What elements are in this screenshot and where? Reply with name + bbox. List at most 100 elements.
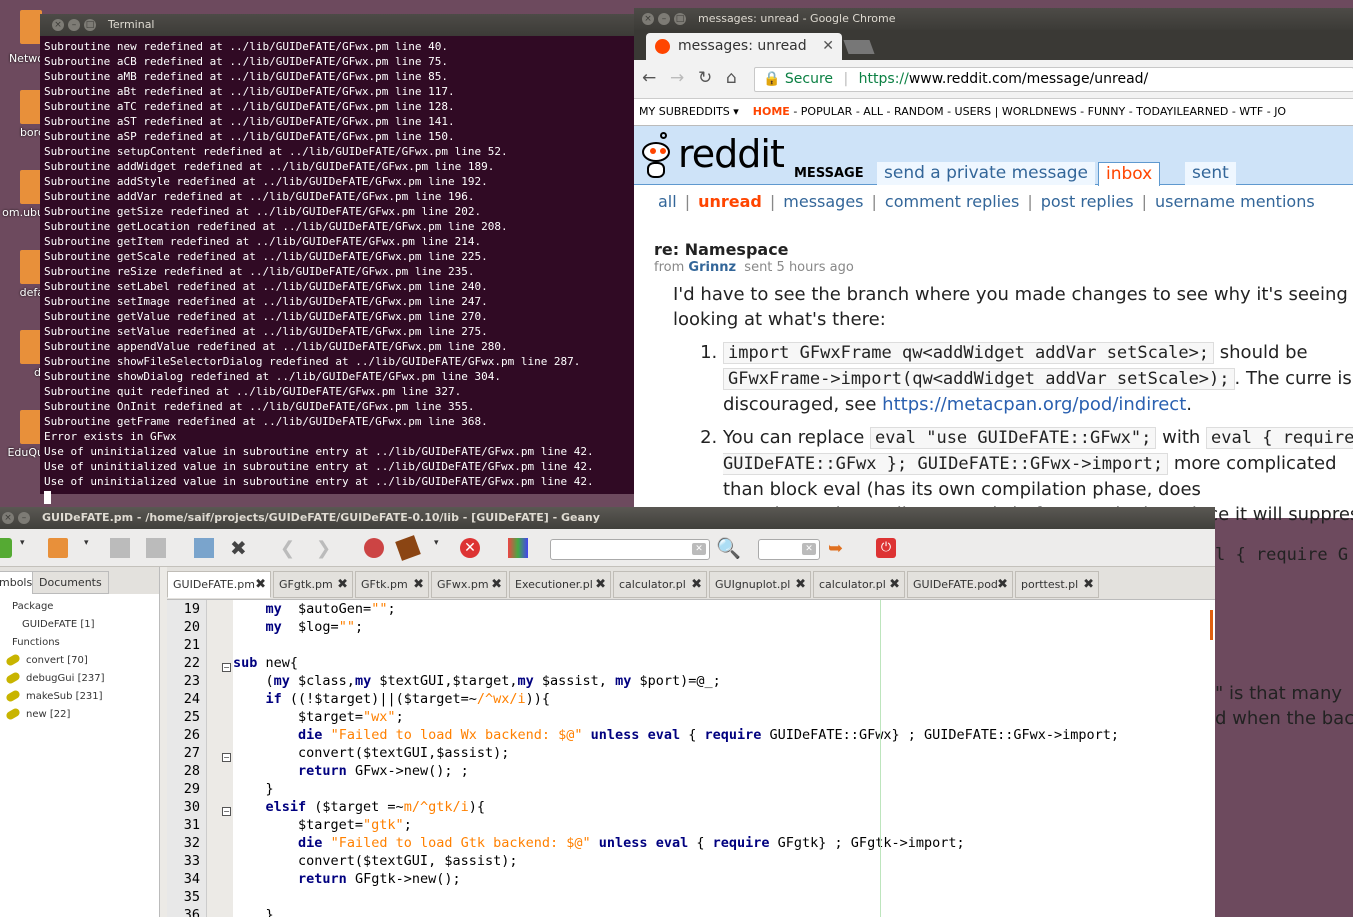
new-tab-button[interactable]: [843, 40, 875, 54]
filter-comment-replies[interactable]: comment replies: [885, 192, 1019, 211]
desktop-icon[interactable]: EduQu: [0, 410, 44, 470]
metacpan-link[interactable]: https://metacpan.org/pod/indirect: [882, 394, 1186, 415]
fold-toggle[interactable]: −: [222, 663, 231, 672]
home-link[interactable]: HOME: [753, 105, 790, 118]
revert-icon[interactable]: [194, 538, 214, 558]
fold-toggle[interactable]: −: [222, 753, 231, 762]
close-tab-icon[interactable]: ✖: [997, 572, 1008, 598]
search-input[interactable]: ✕: [550, 539, 710, 560]
chrome-window[interactable]: × – □ messages: unread - Google Chrome m…: [634, 8, 1353, 525]
save-icon[interactable]: [110, 538, 130, 558]
quit-icon[interactable]: ⏻: [876, 538, 896, 558]
close-tab-icon[interactable]: ✖: [337, 572, 348, 598]
file-tab[interactable]: GFtk.pm ✖: [355, 571, 429, 598]
message-subject[interactable]: re: Namespace: [654, 240, 1353, 259]
search-icon[interactable]: 🔍: [716, 538, 741, 558]
goto-line-icon[interactable]: ➥: [828, 538, 848, 559]
file-tab[interactable]: GUIDeFATE.pm ✖: [167, 571, 271, 598]
minimize-icon[interactable]: –: [658, 13, 670, 25]
build-icon[interactable]: [395, 535, 421, 561]
tab-sent[interactable]: sent: [1185, 162, 1236, 185]
tab-documents[interactable]: Documents: [32, 571, 109, 594]
chevron-down-icon[interactable]: ▾: [84, 538, 92, 558]
tree-item[interactable]: makeSub [231]: [0, 688, 159, 706]
close-tab-icon[interactable]: ✖: [595, 572, 606, 598]
close-tab-icon[interactable]: ✖: [491, 572, 502, 598]
chevron-down-icon[interactable]: ▾: [20, 538, 28, 558]
message-author[interactable]: Grinnz: [688, 260, 736, 275]
open-folder-icon[interactable]: [48, 538, 68, 558]
reddit-alien-icon[interactable]: [638, 132, 674, 180]
maximize-icon[interactable]: □: [84, 19, 96, 31]
clear-icon[interactable]: ✕: [692, 543, 706, 555]
terminal-titlebar[interactable]: × – □ Terminal: [40, 14, 640, 36]
chevron-down-icon[interactable]: ▾: [434, 538, 442, 558]
desktop-icon[interactable]: defa: [0, 250, 44, 310]
desktop-icon[interactable]: Netwo: [0, 10, 44, 70]
my-subreddits-dropdown[interactable]: MY SUBREDDITS: [639, 105, 730, 118]
home-icon[interactable]: ⌂: [726, 68, 737, 88]
desktop-icon[interactable]: om.ubu: [0, 170, 44, 230]
browser-tab[interactable]: messages: unread ✕: [646, 33, 842, 60]
desktop-icon[interactable]: borc: [0, 90, 44, 150]
tree-item[interactable]: debugGui [237]: [0, 670, 159, 688]
file-tab[interactable]: GFwx.pm ✖: [431, 571, 507, 598]
close-icon[interactable]: ×: [642, 13, 654, 25]
compile-icon[interactable]: [364, 538, 384, 558]
reddit-logo[interactable]: reddit: [678, 132, 785, 176]
clear-icon[interactable]: ✕: [802, 543, 816, 555]
forward-arrow-icon[interactable]: →: [670, 68, 684, 88]
close-tab-icon[interactable]: ✖: [691, 572, 702, 598]
filter-messages[interactable]: messages: [783, 192, 863, 211]
color-chooser-icon[interactable]: [508, 538, 528, 558]
filter-all[interactable]: all: [658, 192, 677, 211]
file-tab[interactable]: Executioner.pl ✖: [509, 571, 611, 598]
minimize-icon[interactable]: –: [68, 19, 80, 31]
tree-item[interactable]: convert [70]: [0, 652, 159, 670]
goto-line-input[interactable]: ✕: [758, 539, 820, 560]
subreddit-links[interactable]: - POPULAR - ALL - RANDOM - USERS | WORLD…: [793, 105, 1286, 118]
tree-item[interactable]: Functions: [0, 634, 159, 652]
tree-item[interactable]: Package: [0, 598, 159, 616]
code-area[interactable]: my $autoGen=""; my $log=""; sub new{ (my…: [233, 600, 1215, 917]
forward-arrow-icon[interactable]: ❯: [316, 538, 336, 559]
close-tab-icon[interactable]: ✖: [795, 572, 806, 598]
stop-icon[interactable]: ✕: [460, 538, 480, 558]
tree-item[interactable]: new [22]: [0, 706, 159, 724]
address-bar[interactable]: 🔒 Secure | https://www.reddit.com/messag…: [754, 67, 1353, 92]
geany-titlebar[interactable]: × – GUIDeFATE.pm - /home/saif/projects/G…: [0, 507, 1215, 529]
chrome-titlebar[interactable]: × – □ messages: unread - Google Chrome: [634, 8, 1353, 30]
close-tab-icon[interactable]: ✕: [822, 33, 834, 60]
file-tab[interactable]: GUIDeFATE.pod ✖: [907, 571, 1013, 598]
file-tab[interactable]: calculator.pl ✖: [613, 571, 707, 598]
chevron-down-icon[interactable]: ▾: [733, 105, 749, 118]
file-tab[interactable]: GUIgnuplot.pl ✖: [709, 571, 811, 598]
tab-inbox[interactable]: inbox: [1098, 162, 1161, 186]
close-icon[interactable]: ×: [2, 512, 14, 524]
minimize-icon[interactable]: –: [18, 512, 30, 524]
file-tab[interactable]: GFgtk.pm ✖: [273, 571, 353, 598]
close-icon[interactable]: ×: [52, 19, 64, 31]
back-arrow-icon[interactable]: ❮: [280, 538, 300, 559]
back-arrow-icon[interactable]: ←: [642, 68, 656, 88]
maximize-icon[interactable]: □: [674, 13, 686, 25]
close-tab-icon[interactable]: ✖: [1083, 572, 1094, 598]
file-tab[interactable]: porttest.pl ✖: [1015, 571, 1099, 598]
terminal-window[interactable]: × – □ Terminal Subroutine new redefined …: [40, 14, 640, 504]
geany-window[interactable]: × – GUIDeFATE.pm - /home/saif/projects/G…: [0, 507, 1215, 917]
filter-unread[interactable]: unread: [698, 192, 762, 211]
save-all-icon[interactable]: [146, 538, 166, 558]
fold-toggle[interactable]: −: [222, 807, 231, 816]
reload-icon[interactable]: ↻: [698, 68, 712, 88]
filter-username-mentions[interactable]: username mentions: [1155, 192, 1315, 211]
filter-post-replies[interactable]: post replies: [1041, 192, 1134, 211]
close-tab-icon[interactable]: ✖: [889, 572, 900, 598]
close-file-icon[interactable]: ✖: [230, 538, 250, 558]
desktop-icon[interactable]: di: [0, 330, 44, 390]
close-tab-icon[interactable]: ✖: [413, 572, 424, 598]
tree-item[interactable]: GUIDeFATE [1]: [0, 616, 159, 634]
new-file-icon[interactable]: [0, 538, 12, 558]
file-tab[interactable]: calculator.pl ✖: [813, 571, 905, 598]
terminal-output[interactable]: Subroutine new redefined at ../lib/GUIDe…: [40, 36, 640, 507]
tab-send-message[interactable]: send a private message: [877, 162, 1096, 185]
